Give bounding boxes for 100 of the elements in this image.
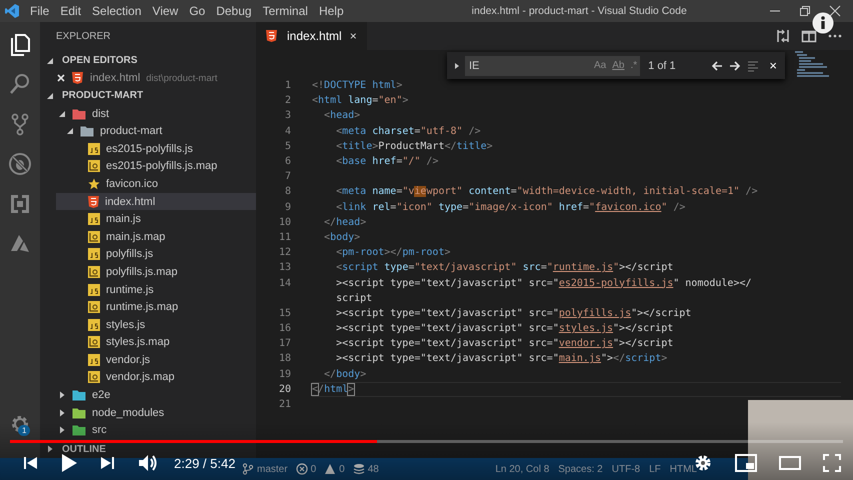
js-file-icon [88, 318, 100, 331]
menu-item[interactable]: Debug [216, 4, 252, 18]
status-item[interactable]: 0 [324, 463, 345, 475]
explorer-entry[interactable]: index.html [56, 192, 256, 210]
find-input[interactable]: IE [465, 56, 591, 76]
folder-entry[interactable]: src [40, 421, 256, 440]
line-number: 5 [284, 140, 292, 152]
close-button[interactable]: × [350, 29, 357, 43]
code-line: ><script type="text/javascript" src="polyfills.js"></script [335, 308, 692, 319]
folder-entry[interactable]: e2e [40, 386, 256, 404]
section-header[interactable]: OUTLINE [40, 440, 256, 458]
explorer-entry[interactable]: polyfills.js.map [56, 263, 256, 281]
section-header[interactable]: PRODUCT-MART [40, 87, 256, 105]
line-number: 17 [278, 338, 292, 350]
js-file-icon [88, 354, 100, 366]
arrow-left-icon[interactable] [711, 60, 724, 72]
line-number: 14 [278, 278, 292, 289]
menu-item[interactable]: Go [189, 4, 206, 18]
debug-icon[interactable] [8, 152, 32, 176]
code-line: <head> [323, 110, 360, 122]
search-icon[interactable] [8, 72, 32, 96]
line-number: 15 [278, 308, 292, 319]
extensions-icon[interactable] [8, 192, 32, 216]
sidebar-title: EXPLORER [55, 30, 112, 44]
explorer-entry[interactable]: polyfills.js [56, 246, 256, 264]
status-item[interactable]: HTML [670, 464, 697, 474]
line-number: 18 [278, 353, 292, 364]
tab-label: index.html [287, 29, 342, 43]
close-icon[interactable] [829, 5, 841, 17]
line-number: 9 [284, 202, 292, 213]
error-icon [296, 463, 308, 475]
explorer-entry[interactable]: main.js.map [56, 228, 256, 246]
explorer-entry[interactable]: es2015-polyfills.js.map [56, 158, 256, 176]
menu-item[interactable]: File [30, 4, 50, 18]
star-icon [88, 178, 100, 190]
volume-icon[interactable] [138, 454, 158, 472]
line-number: 11 [278, 232, 292, 243]
status-item[interactable]: Ln 20, Col 8 [495, 464, 550, 474]
code-line: ><script type="text/javascript" src="es2015-polyfills.js" nomodule></ [335, 278, 752, 289]
explorer-entry[interactable]: main.js [56, 210, 256, 228]
previous-icon[interactable] [22, 455, 38, 471]
close-icon[interactable] [57, 74, 65, 82]
files-icon[interactable] [8, 32, 32, 56]
info-icon[interactable] [812, 12, 834, 34]
warning-icon [324, 463, 336, 475]
explorer-entry[interactable]: runtime.js.map [56, 298, 256, 316]
file-path: dist\product-mart [146, 72, 218, 84]
menu-item[interactable]: Selection [92, 4, 142, 18]
code-line: </html> [312, 384, 354, 395]
code-line: </head> [323, 216, 366, 228]
html-file-icon [72, 72, 83, 84]
miniplayer-icon[interactable] [735, 454, 757, 472]
folder-entry[interactable]: dist [40, 104, 256, 122]
code-line: ><script type="text/javascript" src="styles.js"></script [335, 323, 674, 334]
status-item[interactable]: 0 [296, 463, 316, 475]
html-file-icon [88, 196, 99, 208]
editor-tab[interactable]: index.html × [256, 22, 367, 50]
line-number: 4 [284, 126, 292, 137]
explorer-entry[interactable]: es2015-polyfills.js [56, 140, 256, 158]
menu-item[interactable]: View [152, 4, 178, 18]
restore-icon[interactable] [799, 5, 811, 17]
line-number: 20 [278, 384, 292, 395]
status-item[interactable]: master [242, 463, 288, 475]
section-header[interactable]: OPEN EDITORS [40, 52, 256, 70]
next-icon[interactable] [100, 455, 116, 471]
status-item[interactable]: UTF-8 [612, 464, 640, 474]
open-editor-item[interactable]: index.html dist\product-mart [40, 70, 256, 88]
collapsed-arrow-icon[interactable] [453, 62, 461, 70]
arrow-right-icon[interactable] [729, 60, 742, 72]
js-file-icon [88, 142, 100, 155]
split-editor-icon[interactable] [801, 28, 817, 44]
code-line: <html lang="en"> [312, 95, 408, 106]
line-number: 2 [284, 95, 292, 106]
status-item[interactable]: LF [649, 464, 661, 474]
menu-item[interactable]: Help [318, 4, 344, 18]
explorer-entry[interactable]: vendor.js.map [56, 368, 256, 386]
theater-mode-icon[interactable] [779, 455, 801, 471]
fullscreen-icon[interactable] [823, 454, 841, 472]
line-number: 6 [284, 156, 292, 168]
line-number: 13 [278, 262, 292, 274]
play-icon[interactable] [60, 453, 78, 473]
close-button[interactable]: × [769, 58, 777, 73]
progress-track[interactable] [10, 440, 843, 443]
folder-entry[interactable]: node_modules [40, 404, 256, 422]
code-line: <body> [323, 232, 360, 243]
js-file-icon [88, 248, 100, 260]
explorer-entry[interactable]: styles.js.map [56, 334, 256, 352]
folder-entry[interactable]: product-mart [48, 122, 256, 140]
menu-item[interactable]: Edit [60, 4, 82, 18]
status-item[interactable]: Spaces: 2 [558, 464, 603, 474]
explorer-entry[interactable]: styles.js [56, 316, 256, 334]
status-item[interactable]: 48 [352, 463, 379, 475]
line-number: 10 [278, 216, 292, 228]
explorer-entry[interactable]: favicon.ico [56, 175, 256, 193]
menu-item[interactable]: Terminal [262, 4, 308, 18]
find-in-selection-icon[interactable] [747, 60, 760, 72]
explorer-entry[interactable]: vendor.js [56, 351, 256, 369]
html-file-icon [266, 30, 277, 42]
compare-changes-icon[interactable] [775, 28, 791, 44]
explorer-entry[interactable]: runtime.js [56, 280, 256, 298]
